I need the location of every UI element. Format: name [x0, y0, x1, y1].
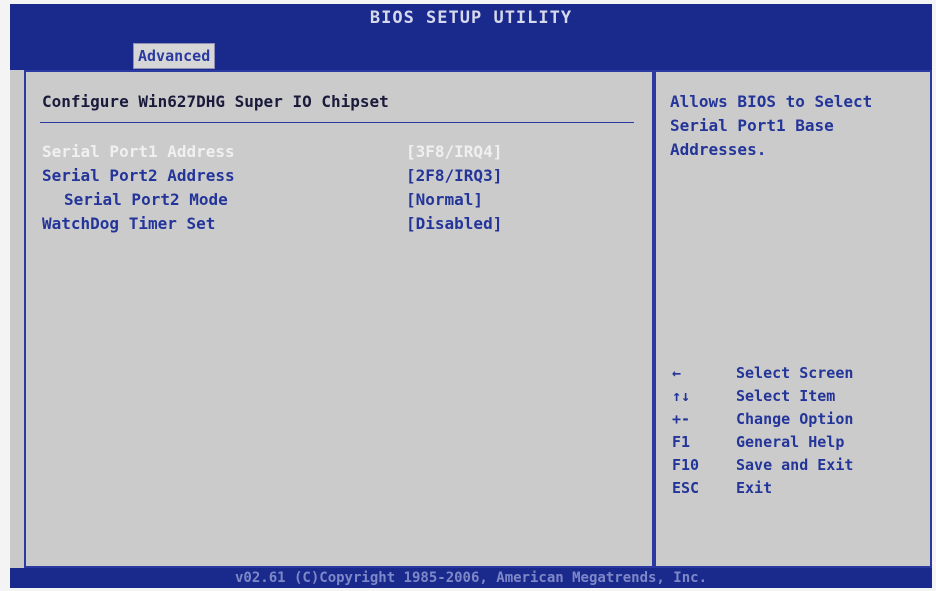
help-panel: Allows BIOS to Select Serial Port1 Base … [654, 70, 932, 568]
key-row-save-exit: F10 Save and Exit [672, 456, 853, 479]
key: ↑↓ [672, 387, 691, 405]
section-divider [40, 122, 634, 123]
setting-serial-port1-address[interactable]: Serial Port1 Address [42, 142, 235, 161]
setting-watchdog-timer[interactable]: WatchDog Timer Set [42, 214, 215, 233]
title-bar: BIOS SETUP UTILITY [10, 4, 932, 38]
setting-label: WatchDog Timer Set [42, 214, 216, 233]
setting-value: [2F8/IRQ3] [406, 166, 503, 185]
setting-serial-port2-mode-value[interactable]: [Normal] [406, 190, 483, 209]
key-action: General Help [736, 433, 845, 451]
setting-serial-port2-address-value[interactable]: [2F8/IRQ3] [406, 166, 502, 185]
key: +- [672, 410, 691, 428]
key-action: Change Option [736, 410, 854, 428]
key: ← [672, 364, 682, 382]
key-action: Select Screen [736, 364, 854, 382]
section-title: Configure Win627DHG Super IO Chipset [42, 92, 389, 111]
setting-serial-port1-address-value[interactable]: [3F8/IRQ4] [406, 142, 502, 161]
key-row-select-item: ↑↓ Select Item [672, 387, 853, 410]
copyright-footer: v02.61 (C)Copyright 1985-2006, American … [10, 568, 932, 588]
utility-title: BIOS SETUP UTILITY [369, 8, 573, 28]
key-row-general-help: F1 General Help [672, 433, 853, 456]
setting-serial-port2-address[interactable]: Serial Port2 Address [42, 166, 235, 185]
key-row-exit: ESC Exit [672, 479, 853, 502]
setting-value: [Disabled] [406, 214, 503, 233]
key-action: Save and Exit [736, 456, 854, 474]
key-legend: ← Select Screen ↑↓ Select Item +- Change… [672, 364, 853, 502]
key: F1 [672, 433, 691, 451]
bios-screen: BIOS SETUP UTILITY Advanced Configure Wi… [10, 4, 932, 588]
setting-label: Serial Port2 Mode [64, 190, 228, 209]
key-action: Exit [736, 479, 773, 497]
setting-label: Serial Port2 Address [42, 166, 235, 185]
help-text: Allows BIOS to Select Serial Port1 Base … [670, 92, 873, 159]
setting-value: [Normal] [406, 190, 484, 209]
key-row-change-option: +- Change Option [672, 410, 853, 433]
setting-serial-port2-mode[interactable]: Serial Port2 Mode [64, 190, 228, 209]
key: F10 [672, 456, 700, 474]
key-action: Select Item [736, 387, 836, 405]
settings-panel: Configure Win627DHG Super IO Chipset Ser… [24, 70, 654, 568]
key-row-select-screen: ← Select Screen [672, 364, 853, 387]
key: ESC [672, 479, 700, 497]
setting-value: [3F8/IRQ4] [406, 142, 503, 161]
setting-label: Serial Port1 Address [42, 142, 235, 161]
tab-advanced[interactable]: Advanced [133, 43, 216, 69]
setting-watchdog-timer-value[interactable]: [Disabled] [406, 214, 502, 233]
